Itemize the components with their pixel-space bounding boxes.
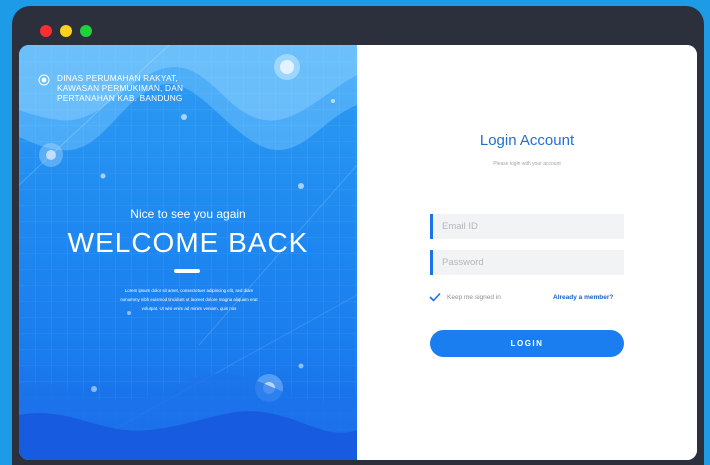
minimize-window-button[interactable] xyxy=(60,25,72,37)
welcome-body-text: Lorem ipsum dolor sit amet, consectetuer… xyxy=(99,286,279,313)
checkmark-icon xyxy=(429,292,441,302)
welcome-panel: DINAS PERUMAHAN RAKYAT, KAWASAN PERMUKIM… xyxy=(19,45,357,460)
keep-signed-in-checkbox[interactable]: Keep me signed in xyxy=(429,292,501,302)
organization-header: DINAS PERUMAHAN RAKYAT, KAWASAN PERMUKIM… xyxy=(38,73,183,103)
org-name-line-1: DINAS PERUMAHAN RAKYAT, xyxy=(57,73,178,83)
password-input[interactable] xyxy=(433,250,624,275)
login-panel: Login Account Please login with your acc… xyxy=(357,45,697,460)
greeting-text: Nice to see you again xyxy=(130,207,246,221)
login-title: Login Account xyxy=(479,132,575,149)
body-line-2: nonummy nibh euismod tincidunt ut laoree… xyxy=(120,297,258,302)
body-line-1: Lorem ipsum dolor sit amet, consectetuer… xyxy=(124,288,254,293)
login-screen: DINAS PERUMAHAN RAKYAT, KAWASAN PERMUKIM… xyxy=(19,45,697,460)
maximize-window-button[interactable] xyxy=(80,25,92,37)
body-line-3: volutpat. Ut wisi enim ad minim veniam, … xyxy=(141,306,237,311)
browser-frame: DINAS PERUMAHAN RAKYAT, KAWASAN PERMUKIM… xyxy=(12,6,704,465)
org-name-line-2: KAWASAN PERMUKIMAN, DAN xyxy=(57,83,184,93)
already-member-link[interactable]: Already a member? xyxy=(553,294,613,301)
org-name-line-3: PERTANAHAN KAB. BANDUNG xyxy=(57,93,183,103)
organization-name: DINAS PERUMAHAN RAKYAT, KAWASAN PERMUKIM… xyxy=(57,73,183,103)
keep-signed-in-label: Keep me signed in xyxy=(447,293,501,301)
headline-divider xyxy=(174,269,200,273)
password-field xyxy=(430,250,624,275)
login-button[interactable]: LOGIN xyxy=(430,330,624,357)
welcome-headline: WELCOME BACK xyxy=(67,227,309,258)
email-input[interactable] xyxy=(433,214,624,239)
close-window-button[interactable] xyxy=(40,25,52,37)
radio-target-icon xyxy=(38,74,50,86)
email-field xyxy=(430,214,624,239)
login-subtitle: Please login with your account xyxy=(493,161,561,167)
